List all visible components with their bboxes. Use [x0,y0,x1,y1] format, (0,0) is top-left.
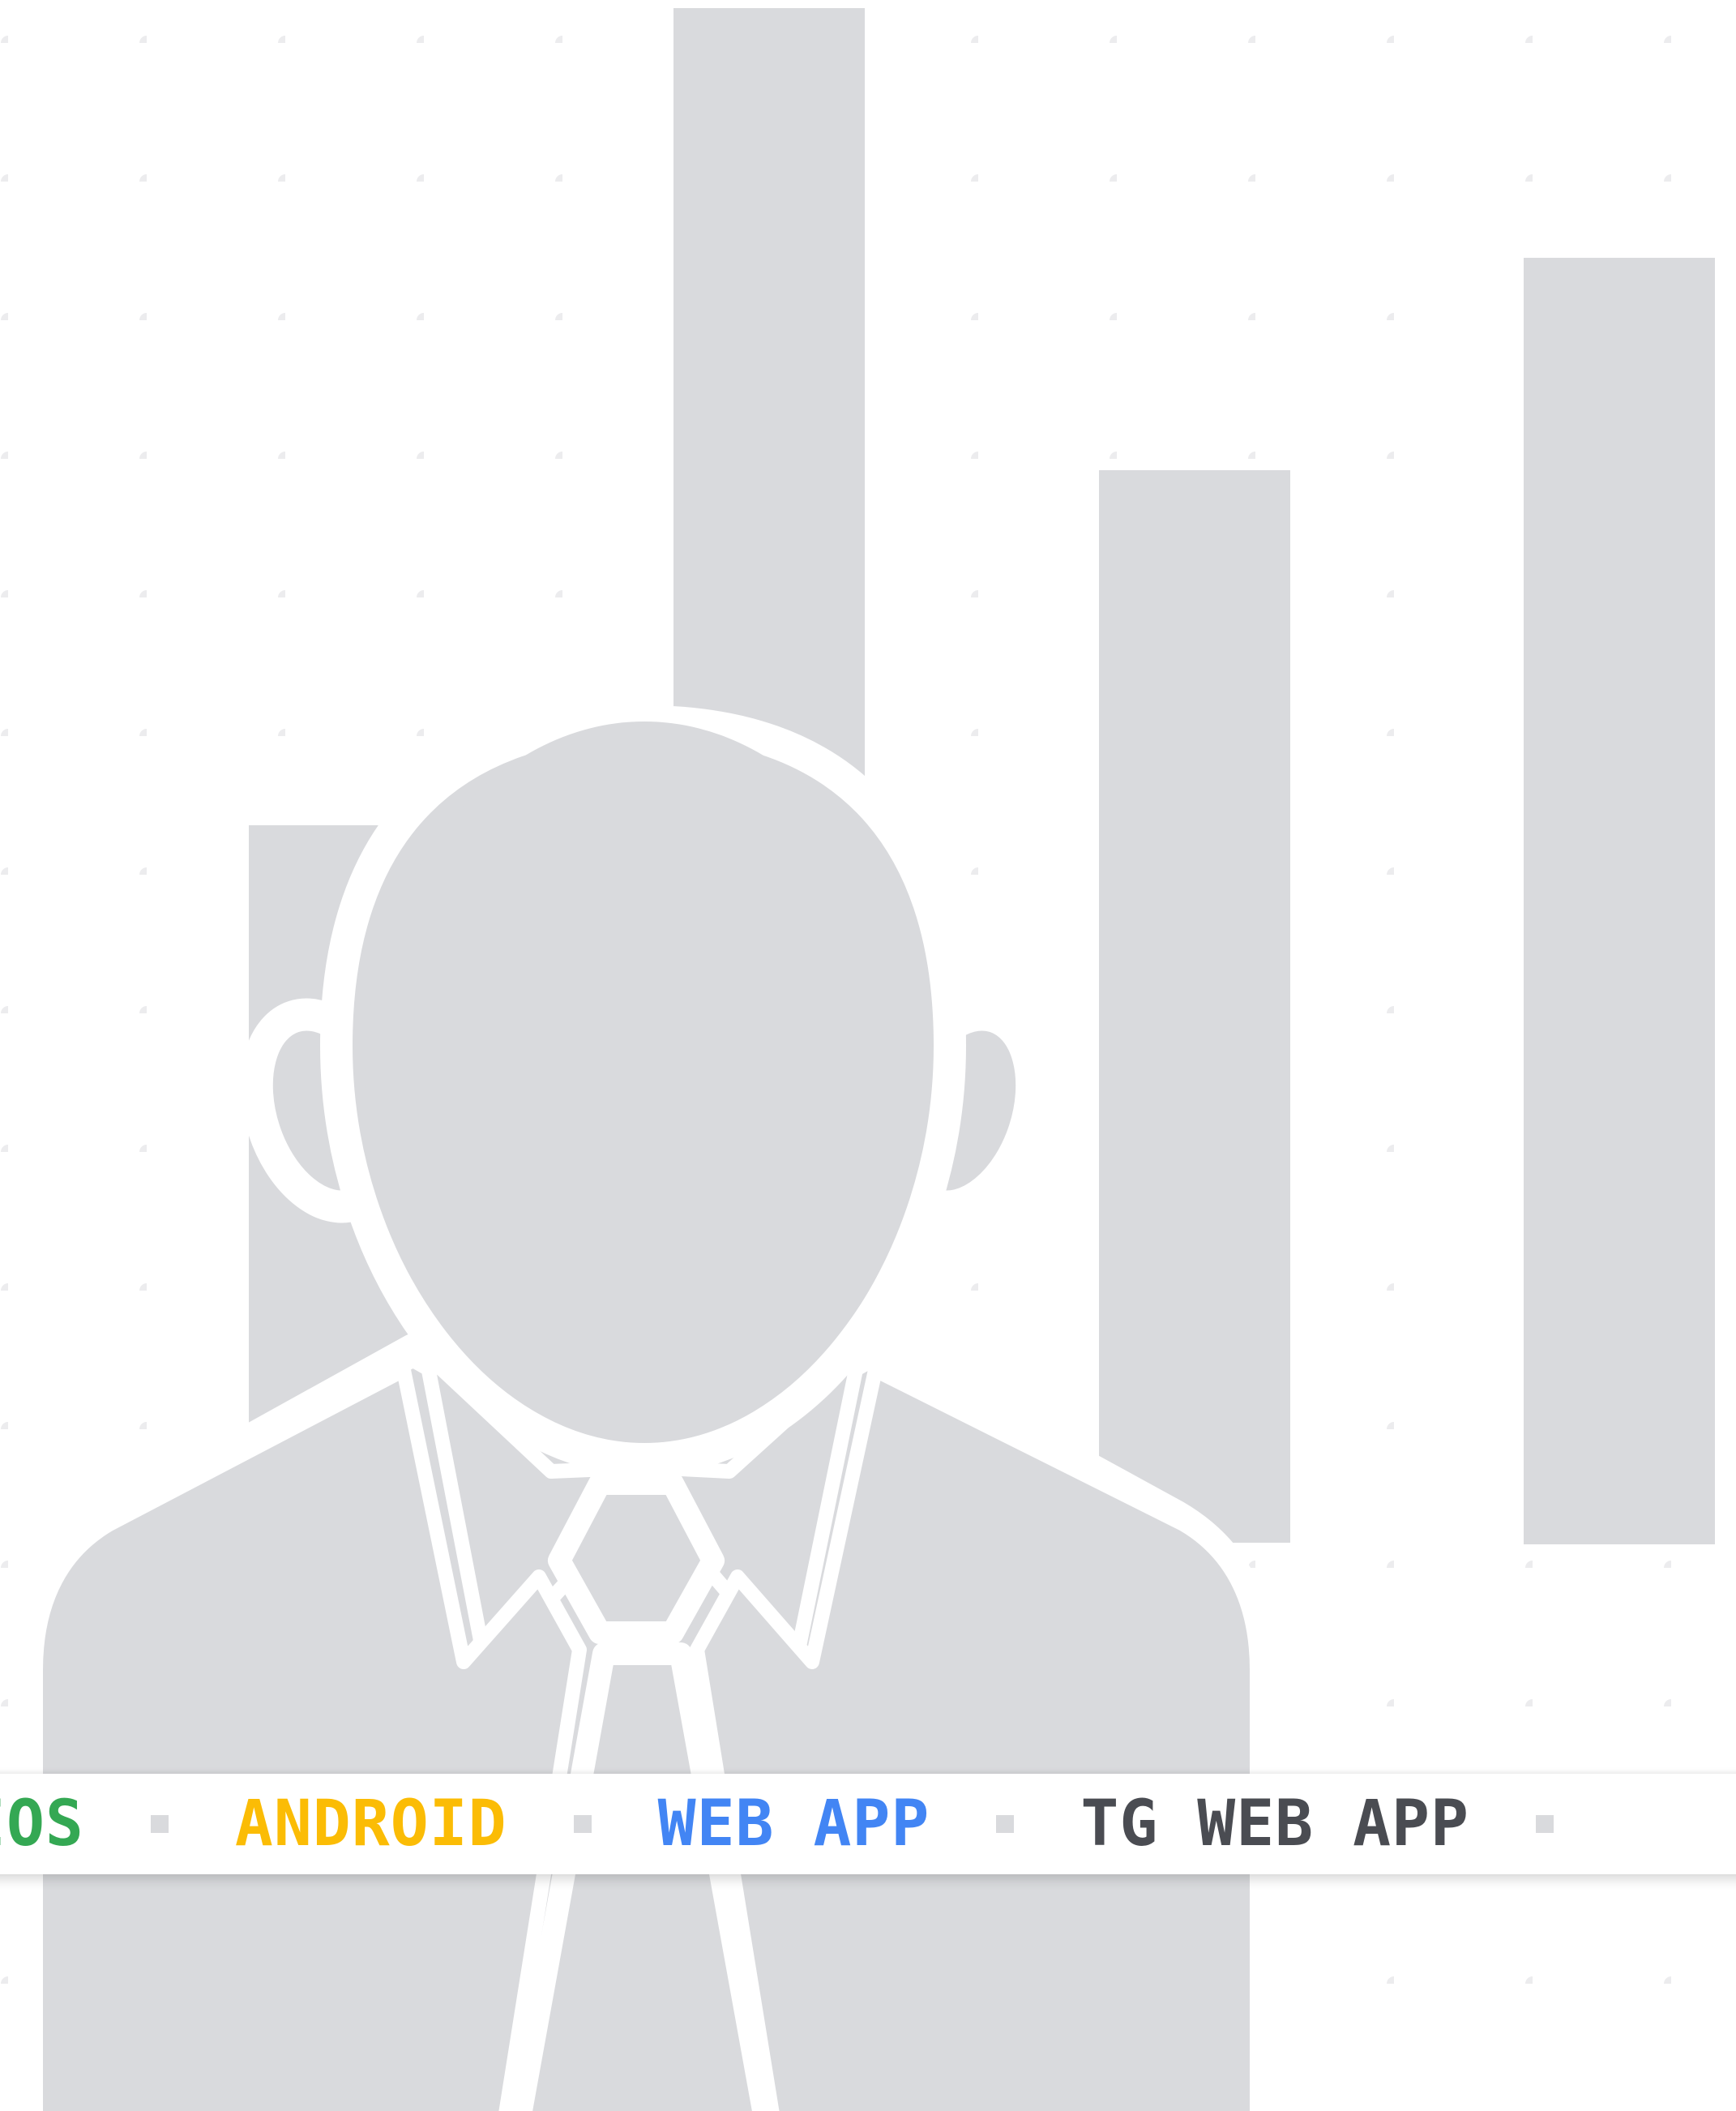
separator-square [996,1815,1015,1833]
ticker-track: IOS ANDROID WEB APP TG WEB APP [0,1774,1620,1874]
separator-square [1535,1815,1554,1833]
platform-ticker: IOS ANDROID WEB APP TG WEB APP [0,1774,1736,1874]
platform-label-web-app: WEB APP [657,1788,930,1861]
platform-label-tg-web-app: TG WEB APP [1080,1788,1469,1861]
platform-label-ios: IOS [0,1788,84,1861]
chart-bar-4 [1524,258,1715,1544]
chart-bar-3 [1099,470,1290,1543]
platform-label-android: ANDROID [234,1788,507,1861]
separator-square [150,1815,169,1833]
separator-square [573,1815,592,1833]
tie-knot [548,1472,725,1644]
